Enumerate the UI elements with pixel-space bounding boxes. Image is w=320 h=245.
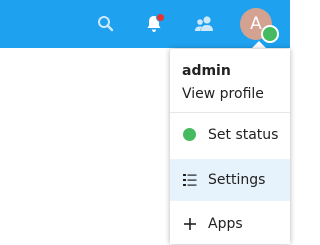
notification-badge	[156, 13, 165, 22]
menu-pointer	[251, 41, 267, 49]
avatar-initial: A	[250, 14, 262, 34]
bell-icon[interactable]	[140, 10, 168, 38]
status-dot-icon	[183, 128, 196, 141]
menu-item-label: Settings	[208, 172, 266, 188]
menu-item-apps[interactable]: Apps	[170, 203, 290, 245]
user-menu: admin View profile Set status Settings A…	[170, 49, 290, 244]
username-label: admin	[182, 63, 231, 79]
settings-list-icon	[182, 172, 198, 188]
top-header: A	[0, 0, 290, 48]
avatar[interactable]: A	[240, 8, 279, 43]
menu-item-label: Apps	[208, 216, 243, 232]
menu-divider	[170, 112, 290, 113]
contacts-icon[interactable]	[190, 10, 218, 38]
menu-item-settings[interactable]: Settings	[170, 159, 290, 201]
menu-item-set-status[interactable]: Set status	[170, 114, 290, 156]
user-profile-entry[interactable]: admin View profile	[170, 57, 290, 107]
plus-icon	[182, 216, 198, 232]
search-icon[interactable]	[92, 10, 120, 38]
menu-item-label: Set status	[208, 127, 279, 143]
view-profile-link[interactable]: View profile	[182, 86, 264, 102]
